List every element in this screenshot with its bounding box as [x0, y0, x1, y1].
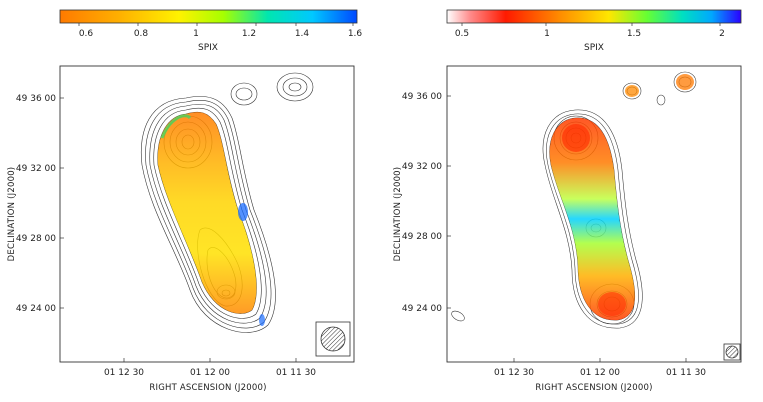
ylabel-right: DECLINATION (J2000) — [393, 167, 403, 262]
xtick-right-1: 01 12 00 — [580, 368, 620, 378]
colorbar-right-tick-0: 0.5 — [455, 29, 469, 39]
ytick-right-3: 49 24 00 — [402, 304, 442, 314]
colorbar-left-tick-5: 1.6 — [348, 29, 363, 39]
ytick-right-2: 49 28 00 — [402, 232, 442, 242]
colorbar-left-tick-0: 0.6 — [79, 29, 94, 39]
colorbar-left-tick-2: 1 — [193, 29, 199, 39]
colorbar-right-tick-1: 1 — [544, 29, 550, 39]
colorbar-right — [446, 9, 742, 24]
ytick-right-0: 49 36 00 — [402, 92, 442, 102]
colorbar-left-tick-3: 1.2 — [242, 29, 256, 39]
xlabel-left: RIGHT ASCENSION (J2000) — [149, 383, 266, 393]
ytick-right-1: 49 32 00 — [402, 162, 442, 172]
panel-left: 0.6 0.8 1 1.2 1.4 1.6 SPIX 49 36 00 49 3… — [7, 9, 363, 393]
colorbar-left-ticks — [78, 23, 354, 26]
ytick-left-0: 49 36 00 — [16, 94, 56, 104]
ytick-left-3: 49 24 00 — [16, 304, 56, 314]
figure: 0.6 0.8 1 1.2 1.4 1.6 SPIX 49 36 00 49 3… — [7, 9, 742, 393]
colorbar-left — [59, 9, 358, 24]
xlabel-right: RIGHT ASCENSION (J2000) — [535, 383, 652, 393]
ytick-left-2: 49 28 00 — [16, 234, 56, 244]
ylabel-left: DECLINATION (J2000) — [7, 167, 17, 262]
panel-right: 0.5 1 1.5 2 SPIX 49 36 00 49 32 00 49 28… — [393, 9, 742, 393]
xtick-left-0: 01 12 30 — [104, 368, 144, 378]
colorbar-right-tick-3: 2 — [719, 29, 725, 39]
ytick-left-1: 49 32 00 — [16, 164, 56, 174]
xtick-right-0: 01 12 30 — [494, 368, 534, 378]
xtick-left-2: 01 11 30 — [276, 368, 316, 378]
colorbar-left-tick-1: 0.8 — [134, 29, 149, 39]
colorbar-right-label: SPIX — [584, 43, 604, 53]
colorbar-right-tick-2: 1.5 — [627, 29, 641, 39]
xtick-left-1: 01 12 00 — [190, 368, 230, 378]
beam-left — [320, 326, 346, 352]
beam-right — [725, 345, 739, 359]
colorbar-left-tick-4: 1.4 — [295, 29, 310, 39]
xtick-right-2: 01 11 30 — [666, 368, 706, 378]
colorbar-left-label: SPIX — [198, 43, 218, 53]
